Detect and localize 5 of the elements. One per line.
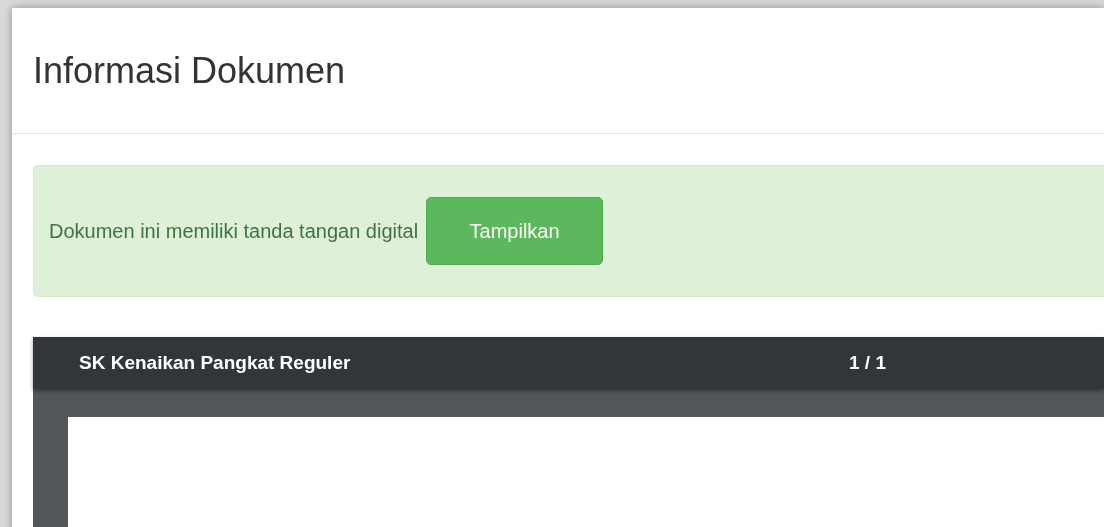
show-button[interactable]: Tampilkan (426, 197, 604, 265)
alert-message: Dokumen ini memiliki tanda tangan digital (49, 219, 419, 244)
modal-title: Informasi Dokumen (33, 52, 346, 89)
document-title: SK Kenaikan Pangkat Reguler (79, 350, 352, 375)
page-indicator: 1 / 1 (849, 350, 886, 375)
